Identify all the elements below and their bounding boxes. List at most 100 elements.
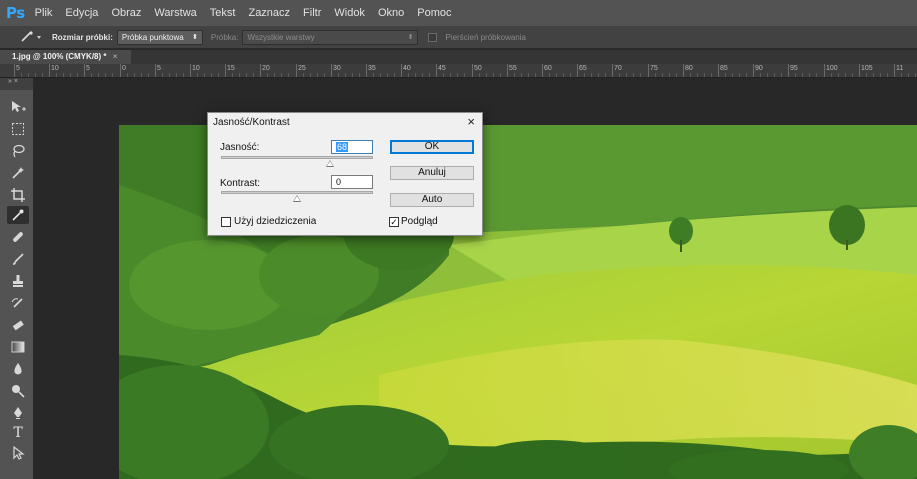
- ruler-label: 105: [861, 65, 873, 72]
- use-legacy-checkbox[interactable]: [221, 217, 231, 227]
- ruler-tick: [683, 64, 684, 77]
- ruler-tick: [753, 64, 754, 77]
- menu-window[interactable]: Okno: [378, 7, 404, 19]
- ruler-minor-tick: [852, 73, 853, 77]
- brightness-input[interactable]: 68: [331, 140, 373, 154]
- ruler-minor-tick: [809, 73, 810, 77]
- ruler-minor-tick: [500, 73, 501, 77]
- ruler-minor-tick: [380, 73, 381, 77]
- magic-wand-tool[interactable]: [7, 164, 29, 182]
- marquee-icon: [12, 123, 24, 135]
- ruler-minor-tick: [591, 73, 592, 77]
- ruler-minor-tick: [35, 73, 36, 77]
- type-tool[interactable]: T: [7, 424, 29, 442]
- photoshop-logo: Ps: [6, 4, 25, 22]
- ruler-label: 5: [157, 65, 161, 72]
- pen-icon: [14, 407, 22, 419]
- contrast-slider-track[interactable]: [221, 191, 373, 194]
- contrast-slider-thumb[interactable]: [293, 195, 301, 202]
- ruler-minor-tick: [239, 73, 240, 77]
- close-icon[interactable]: ×: [467, 114, 475, 129]
- menu-select[interactable]: Zaznacz: [248, 7, 290, 19]
- ruler-minor-tick: [394, 73, 395, 77]
- healing-brush-tool[interactable]: [7, 228, 29, 246]
- ruler-minor-tick: [767, 73, 768, 77]
- ruler-minor-tick: [838, 73, 839, 77]
- ruler-minor-tick: [77, 73, 78, 77]
- brush-icon: [13, 253, 24, 265]
- ruler-minor-tick: [373, 73, 374, 77]
- ruler-minor-tick: [359, 73, 360, 77]
- path-selection-icon: [13, 446, 25, 460]
- ruler-label: 65: [579, 65, 587, 72]
- move-tool[interactable]: [7, 98, 29, 116]
- ruler-minor-tick: [429, 73, 430, 77]
- menu-view[interactable]: Widok: [334, 7, 365, 19]
- ruler-minor-tick: [655, 73, 656, 77]
- menu-layer[interactable]: Warstwa: [154, 7, 196, 19]
- ruler-minor-tick: [148, 73, 149, 77]
- ruler-label: 10: [51, 65, 59, 72]
- ruler-minor-tick: [338, 73, 339, 77]
- menu-type[interactable]: Tekst: [210, 7, 236, 19]
- ruler-minor-tick: [640, 73, 641, 77]
- ruler-minor-tick: [746, 73, 747, 77]
- clone-stamp-tool[interactable]: [7, 272, 29, 290]
- ruler-tick: [577, 64, 578, 77]
- sample-value: Wszystkie warstwy: [247, 32, 315, 42]
- dialog-title: Jasność/Kontrast: [213, 117, 290, 128]
- menu-image[interactable]: Obraz: [111, 7, 141, 19]
- ruler-minor-tick: [802, 73, 803, 77]
- cancel-button[interactable]: Anuluj: [390, 166, 474, 180]
- eyedropper-tool[interactable]: [7, 206, 29, 224]
- brightness-contrast-dialog: Jasność/Kontrast × Jasność: 68 Kontrast:…: [207, 112, 483, 236]
- menu-file[interactable]: Plik: [35, 7, 53, 19]
- ruler-minor-tick: [880, 73, 881, 77]
- contrast-input[interactable]: 0: [331, 175, 373, 189]
- ruler-label: 20: [262, 65, 270, 72]
- ok-button[interactable]: OK: [390, 140, 474, 154]
- sample-size-select[interactable]: Próbka punktowa ⬍: [116, 29, 203, 45]
- ruler-minor-tick: [866, 73, 867, 77]
- sample-select[interactable]: Wszystkie warstwy ⬍: [242, 29, 419, 45]
- marquee-tool[interactable]: [7, 120, 29, 138]
- crop-tool[interactable]: [7, 186, 29, 204]
- lasso-tool[interactable]: [7, 142, 29, 160]
- tools-panel: » × T: [0, 78, 34, 479]
- ruler-minor-tick: [42, 73, 43, 77]
- history-brush-tool[interactable]: [7, 294, 29, 312]
- pen-tool[interactable]: [7, 404, 29, 422]
- options-bar: Rozmiar próbki: Próbka punktowa ⬍ Próbka…: [0, 26, 917, 49]
- dodge-tool[interactable]: [7, 382, 29, 400]
- tools-panel-header[interactable]: » ×: [0, 78, 33, 90]
- ruler-tick: [401, 64, 402, 77]
- brush-tool[interactable]: [7, 250, 29, 268]
- close-icon[interactable]: ×: [113, 52, 118, 61]
- brightness-slider-track[interactable]: [221, 156, 373, 159]
- menu-help[interactable]: Pomoc: [417, 7, 451, 19]
- auto-button[interactable]: Auto: [390, 193, 474, 207]
- brightness-slider-thumb[interactable]: [326, 160, 334, 167]
- ruler-tick: [436, 64, 437, 77]
- document-tab[interactable]: 1.jpg @ 100% (CMYK/8) * ×: [0, 50, 132, 64]
- blur-tool[interactable]: [7, 360, 29, 378]
- menu-edit[interactable]: Edycja: [65, 7, 98, 19]
- ruler-label: 90: [755, 65, 763, 72]
- ruler-tick: [648, 64, 649, 77]
- ruler-minor-tick: [176, 73, 177, 77]
- eraser-tool[interactable]: [7, 316, 29, 334]
- gradient-tool[interactable]: [7, 338, 29, 356]
- path-selection-tool[interactable]: [7, 444, 29, 462]
- ruler-minor-tick: [669, 73, 670, 77]
- ruler-label: 75: [650, 65, 658, 72]
- ruler-minor-tick: [56, 73, 57, 77]
- menu-filter[interactable]: Filtr: [303, 7, 321, 19]
- ruler-minor-tick: [479, 73, 480, 77]
- sampling-ring-checkbox[interactable]: [428, 32, 438, 42]
- preview-checkbox[interactable]: ✓: [389, 217, 399, 227]
- ruler-minor-tick: [70, 73, 71, 77]
- tool-preset-picker[interactable]: [16, 28, 48, 46]
- ruler-minor-tick: [605, 73, 606, 77]
- ruler-label: 55: [509, 65, 517, 72]
- ruler-minor-tick: [211, 73, 212, 77]
